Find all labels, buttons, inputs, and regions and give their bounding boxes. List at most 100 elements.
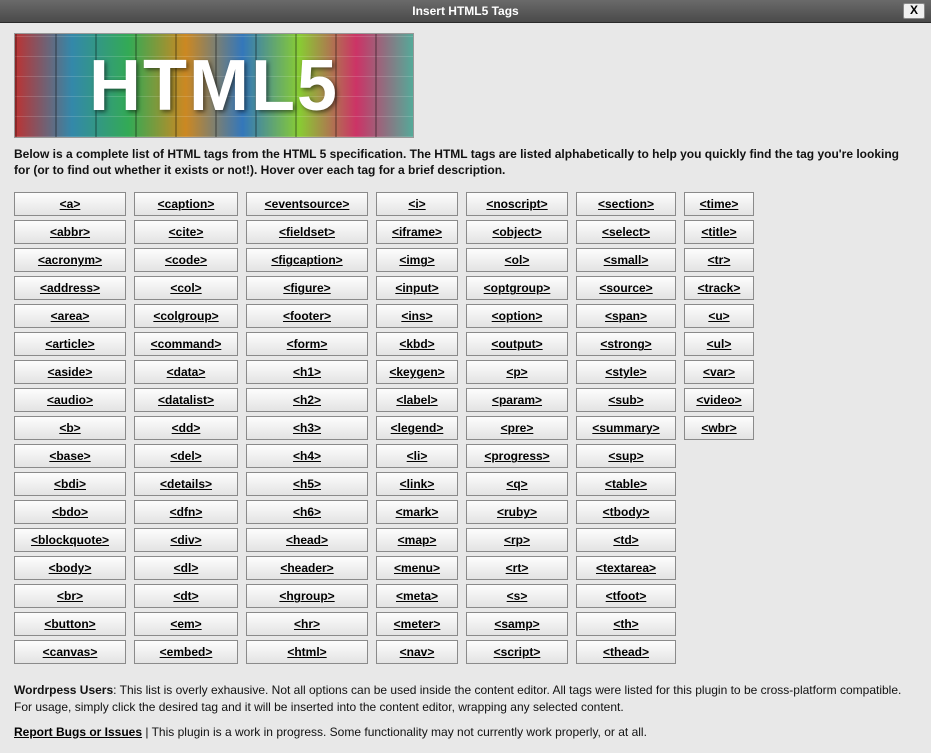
- tag-button-td[interactable]: <td>: [576, 528, 676, 552]
- tag-button-details[interactable]: <details>: [134, 472, 238, 496]
- tag-button-s[interactable]: <s>: [466, 584, 568, 608]
- tag-button-title[interactable]: <title>: [684, 220, 754, 244]
- tag-button-map[interactable]: <map>: [376, 528, 458, 552]
- tag-button-thead[interactable]: <thead>: [576, 640, 676, 664]
- tag-button-link[interactable]: <link>: [376, 472, 458, 496]
- tag-button-abbr[interactable]: <abbr>: [14, 220, 126, 244]
- tag-button-fieldset[interactable]: <fieldset>: [246, 220, 368, 244]
- tag-button-div[interactable]: <div>: [134, 528, 238, 552]
- tag-button-h4[interactable]: <h4>: [246, 444, 368, 468]
- tag-button-body[interactable]: <body>: [14, 556, 126, 580]
- tag-button-param[interactable]: <param>: [466, 388, 568, 412]
- tag-button-nav[interactable]: <nav>: [376, 640, 458, 664]
- tag-button-b[interactable]: <b>: [14, 416, 126, 440]
- tag-button-var[interactable]: <var>: [684, 360, 754, 384]
- tag-button-tbody[interactable]: <tbody>: [576, 500, 676, 524]
- tag-button-select[interactable]: <select>: [576, 220, 676, 244]
- tag-button-dl[interactable]: <dl>: [134, 556, 238, 580]
- tag-button-eventsource[interactable]: <eventsource>: [246, 192, 368, 216]
- tag-button-table[interactable]: <table>: [576, 472, 676, 496]
- tag-button-code[interactable]: <code>: [134, 248, 238, 272]
- tag-button-p[interactable]: <p>: [466, 360, 568, 384]
- tag-button-command[interactable]: <command>: [134, 332, 238, 356]
- tag-button-bdo[interactable]: <bdo>: [14, 500, 126, 524]
- tag-button-data[interactable]: <data>: [134, 360, 238, 384]
- tag-button-label[interactable]: <label>: [376, 388, 458, 412]
- tag-button-section[interactable]: <section>: [576, 192, 676, 216]
- tag-button-bdi[interactable]: <bdi>: [14, 472, 126, 496]
- report-bugs-link[interactable]: Report Bugs or Issues: [14, 725, 142, 739]
- tag-button-time[interactable]: <time>: [684, 192, 754, 216]
- tag-button-blockquote[interactable]: <blockquote>: [14, 528, 126, 552]
- tag-button-dt[interactable]: <dt>: [134, 584, 238, 608]
- tag-button-progress[interactable]: <progress>: [466, 444, 568, 468]
- tag-button-h2[interactable]: <h2>: [246, 388, 368, 412]
- tag-button-option[interactable]: <option>: [466, 304, 568, 328]
- tag-button-meta[interactable]: <meta>: [376, 584, 458, 608]
- tag-button-h3[interactable]: <h3>: [246, 416, 368, 440]
- tag-button-rp[interactable]: <rp>: [466, 528, 568, 552]
- tag-button-hr[interactable]: <hr>: [246, 612, 368, 636]
- tag-button-sub[interactable]: <sub>: [576, 388, 676, 412]
- tag-button-noscript[interactable]: <noscript>: [466, 192, 568, 216]
- tag-button-menu[interactable]: <menu>: [376, 556, 458, 580]
- tag-button-kbd[interactable]: <kbd>: [376, 332, 458, 356]
- tag-button-input[interactable]: <input>: [376, 276, 458, 300]
- tag-button-li[interactable]: <li>: [376, 444, 458, 468]
- tag-button-q[interactable]: <q>: [466, 472, 568, 496]
- tag-button-html[interactable]: <html>: [246, 640, 368, 664]
- tag-button-datalist[interactable]: <datalist>: [134, 388, 238, 412]
- tag-button-samp[interactable]: <samp>: [466, 612, 568, 636]
- tag-button-strong[interactable]: <strong>: [576, 332, 676, 356]
- tag-button-pre[interactable]: <pre>: [466, 416, 568, 440]
- tag-button-em[interactable]: <em>: [134, 612, 238, 636]
- tag-button-style[interactable]: <style>: [576, 360, 676, 384]
- tag-button-col[interactable]: <col>: [134, 276, 238, 300]
- tag-button-keygen[interactable]: <keygen>: [376, 360, 458, 384]
- tag-button-figcaption[interactable]: <figcaption>: [246, 248, 368, 272]
- tag-button-optgroup[interactable]: <optgroup>: [466, 276, 568, 300]
- tag-button-mark[interactable]: <mark>: [376, 500, 458, 524]
- tag-button-h5[interactable]: <h5>: [246, 472, 368, 496]
- tag-button-small[interactable]: <small>: [576, 248, 676, 272]
- tag-button-del[interactable]: <del>: [134, 444, 238, 468]
- tag-button-button[interactable]: <button>: [14, 612, 126, 636]
- tag-button-audio[interactable]: <audio>: [14, 388, 126, 412]
- tag-button-br[interactable]: <br>: [14, 584, 126, 608]
- tag-button-u[interactable]: <u>: [684, 304, 754, 328]
- tag-button-source[interactable]: <source>: [576, 276, 676, 300]
- tag-button-ol[interactable]: <ol>: [466, 248, 568, 272]
- tag-button-ruby[interactable]: <ruby>: [466, 500, 568, 524]
- tag-button-i[interactable]: <i>: [376, 192, 458, 216]
- tag-button-cite[interactable]: <cite>: [134, 220, 238, 244]
- tag-button-header[interactable]: <header>: [246, 556, 368, 580]
- tag-button-sup[interactable]: <sup>: [576, 444, 676, 468]
- tag-button-rt[interactable]: <rt>: [466, 556, 568, 580]
- tag-button-span[interactable]: <span>: [576, 304, 676, 328]
- tag-button-summary[interactable]: <summary>: [576, 416, 676, 440]
- tag-button-iframe[interactable]: <iframe>: [376, 220, 458, 244]
- tag-button-img[interactable]: <img>: [376, 248, 458, 272]
- tag-button-video[interactable]: <video>: [684, 388, 754, 412]
- tag-button-h1[interactable]: <h1>: [246, 360, 368, 384]
- tag-button-caption[interactable]: <caption>: [134, 192, 238, 216]
- tag-button-dd[interactable]: <dd>: [134, 416, 238, 440]
- tag-button-aside[interactable]: <aside>: [14, 360, 126, 384]
- tag-button-ins[interactable]: <ins>: [376, 304, 458, 328]
- close-button[interactable]: X: [903, 3, 925, 19]
- tag-button-address[interactable]: <address>: [14, 276, 126, 300]
- tag-button-h6[interactable]: <h6>: [246, 500, 368, 524]
- tag-button-area[interactable]: <area>: [14, 304, 126, 328]
- tag-button-tr[interactable]: <tr>: [684, 248, 754, 272]
- tag-button-th[interactable]: <th>: [576, 612, 676, 636]
- tag-button-script[interactable]: <script>: [466, 640, 568, 664]
- tag-button-form[interactable]: <form>: [246, 332, 368, 356]
- tag-button-colgroup[interactable]: <colgroup>: [134, 304, 238, 328]
- tag-button-object[interactable]: <object>: [466, 220, 568, 244]
- tag-button-base[interactable]: <base>: [14, 444, 126, 468]
- tag-button-hgroup[interactable]: <hgroup>: [246, 584, 368, 608]
- tag-button-embed[interactable]: <embed>: [134, 640, 238, 664]
- tag-button-track[interactable]: <track>: [684, 276, 754, 300]
- tag-button-a[interactable]: <a>: [14, 192, 126, 216]
- tag-button-output[interactable]: <output>: [466, 332, 568, 356]
